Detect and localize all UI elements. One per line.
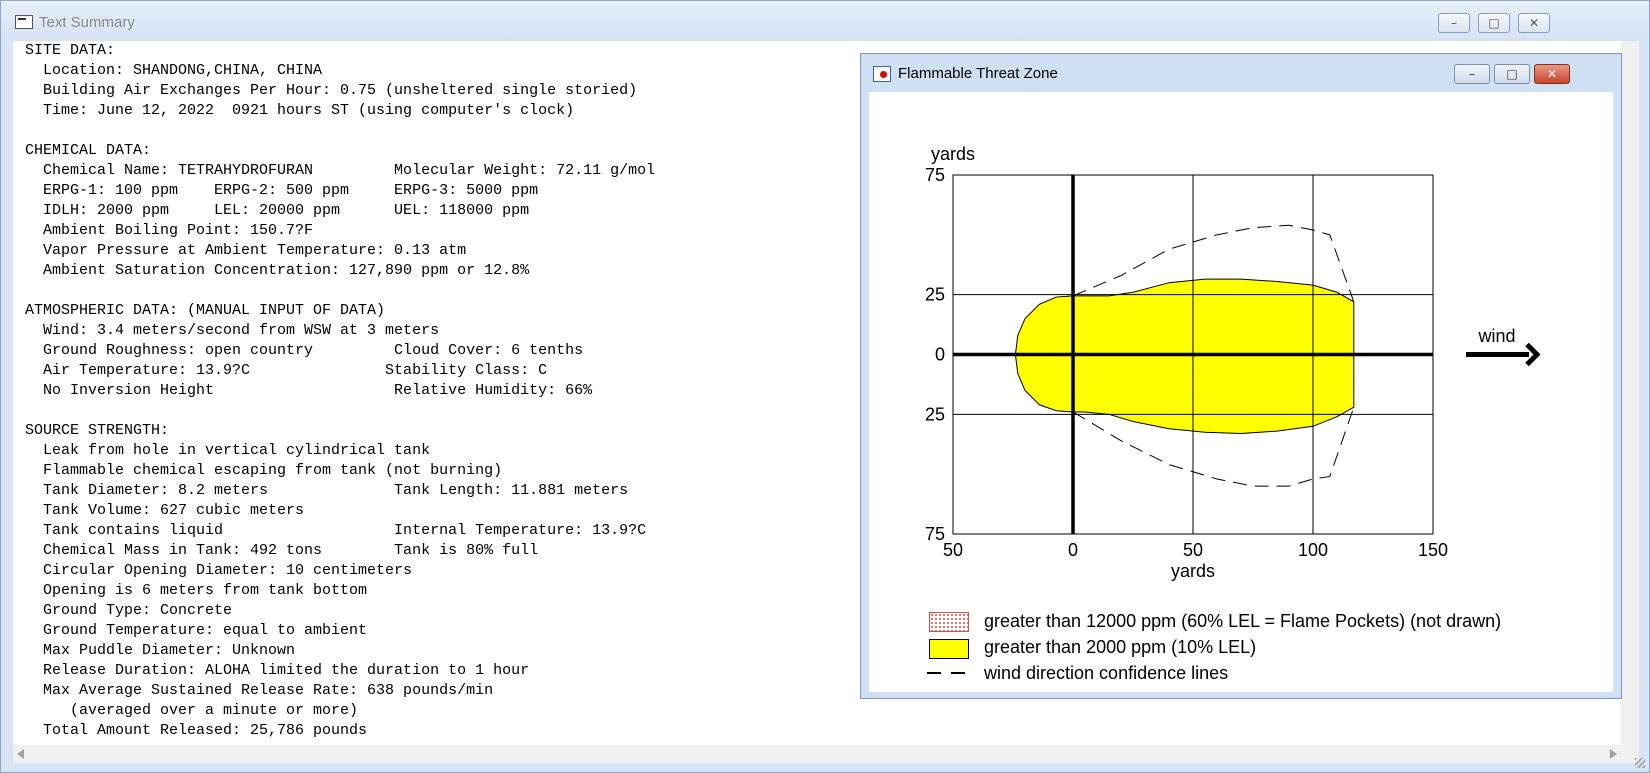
summary-line: [25, 401, 855, 421]
y-tick-label: 0: [935, 345, 945, 365]
title-bar[interactable]: Text Summary – □ ✕: [1, 1, 1649, 41]
text-summary-content: SITE DATA: Location: SHANDONG,CHINA, CHI…: [25, 41, 855, 741]
threat-zone-plot-area: 50 0 50 100 150 75 25 0 25 75 yards yards wind great…: [869, 92, 1613, 692]
y-tick-label: 75: [925, 524, 945, 544]
summary-line: (averaged over a minute or more): [25, 702, 359, 719]
vertical-scrollbar[interactable]: [1621, 41, 1639, 763]
legend-label-confidence-lines: wind direction confidence lines: [984, 663, 1229, 683]
threat-area-lel: [1014, 278, 1355, 434]
summary-line: Ground Temperature: equal to ambient: [25, 622, 368, 639]
threat-zone-title-bar[interactable]: Flammable Threat Zone – □ ✕: [861, 54, 1621, 90]
summary-line: Chemical Mass in Tank: 492 tons Tank is …: [25, 542, 539, 559]
summary-line: Vapor Pressure at Ambient Temperature: 0…: [25, 242, 467, 259]
summary-line: Time: June 12, 2022 0921 hours ST (using…: [25, 102, 575, 119]
threat-zone-title: Flammable Threat Zone: [898, 65, 1058, 82]
x-tick-label: 50: [1183, 540, 1203, 560]
x-tick-label: 0: [1068, 540, 1078, 560]
summary-line: SITE DATA:: [25, 42, 116, 59]
summary-line: Flammable chemical escaping from tank (n…: [25, 462, 503, 479]
summary-line: ERPG-1: 100 ppm ERPG-2: 500 ppm ERPG-3: …: [25, 182, 539, 199]
summary-line: Max Average Sustained Release Rate: 638 …: [25, 682, 494, 699]
summary-line: Ambient Saturation Concentration: 127,89…: [25, 262, 530, 279]
y-tick-label: 25: [925, 285, 945, 305]
summary-line: Building Air Exchanges Per Hour: 0.75 (u…: [25, 82, 638, 99]
summary-line: Leak from hole in vertical cylindrical t…: [25, 442, 431, 459]
legend-swatch-lel: [929, 639, 969, 659]
summary-line: [25, 281, 855, 301]
summary-line: Tank Diameter: 8.2 meters Tank Length: 1…: [25, 482, 629, 499]
legend-swatch-flame-pockets: [929, 612, 969, 632]
summary-line: Ground Type: Concrete: [25, 602, 233, 619]
summary-line: Location: SHANDONG,CHINA, CHINA: [25, 62, 323, 79]
summary-line: SOURCE STRENGTH:: [25, 422, 170, 439]
summary-line: ATMOSPHERIC DATA: (MANUAL INPUT OF DATA): [25, 302, 386, 319]
window-title: Text Summary: [39, 14, 135, 31]
close-button[interactable]: ✕: [1518, 13, 1550, 33]
legend-label-lel: greater than 2000 ppm (10% LEL): [984, 637, 1257, 657]
threat-zone-maximize-button[interactable]: □: [1494, 64, 1530, 84]
summary-line: Circular Opening Diameter: 10 centimeter…: [25, 562, 413, 579]
x-tick-label: 50: [943, 540, 963, 560]
summary-line: [25, 121, 855, 141]
text-summary-window: Text Summary – □ ✕ SITE DATA: Location: …: [0, 0, 1650, 773]
y-axis-label: yards: [931, 144, 975, 164]
legend-label-flame-pockets: greater than 12000 ppm (60% LEL = Flame …: [984, 611, 1502, 631]
y-tick-label: 75: [925, 165, 945, 185]
threat-zone-minimize-button[interactable]: –: [1454, 64, 1490, 84]
summary-line: Release Duration: ALOHA limited the dura…: [25, 662, 530, 679]
resize-grip-icon[interactable]: [1635, 758, 1645, 768]
threat-zone-window: Flammable Threat Zone – □ ✕ 50 0 50 100 150 7…: [860, 53, 1622, 699]
summary-line: CHEMICAL DATA:: [25, 142, 152, 159]
summary-line: Air Temperature: 13.9?C Stability Class:…: [25, 362, 548, 379]
summary-line: Opening is 6 meters from tank bottom: [25, 582, 368, 599]
summary-line: No Inversion Height Relative Humidity: 6…: [25, 382, 593, 399]
horizontal-scrollbar[interactable]: [13, 745, 1621, 763]
scroll-right-icon[interactable]: [1610, 749, 1617, 759]
maximize-button[interactable]: □: [1478, 13, 1510, 33]
scroll-left-icon[interactable]: [17, 749, 24, 759]
summary-line: Wind: 3.4 meters/second from WSW at 3 me…: [25, 322, 440, 339]
summary-line: Ambient Boiling Point: 150.7?F: [25, 222, 314, 239]
summary-line: IDLH: 2000 ppm LEL: 20000 ppm UEL: 11800…: [25, 202, 530, 219]
x-tick-label: 100: [1298, 540, 1328, 560]
legend-swatch-confidence-lines: [927, 672, 969, 674]
threat-zone-close-button[interactable]: ✕: [1534, 64, 1570, 84]
threat-zone-chart: 50 0 50 100 150752502575yardsyardswind: [925, 144, 1541, 581]
threat-zone-icon: [873, 66, 891, 82]
minimize-button[interactable]: –: [1438, 13, 1470, 33]
app-icon: [15, 15, 33, 29]
summary-line: Tank Volume: 627 cubic meters: [25, 502, 305, 519]
summary-line: Tank contains liquid Internal Temperatur…: [25, 522, 647, 539]
summary-line: Max Puddle Diameter: Unknown: [25, 642, 296, 659]
summary-line: Chemical Name: TETRAHYDROFURAN Molecular…: [25, 162, 656, 179]
summary-line: Ground Roughness: open country Cloud Cov…: [25, 342, 584, 359]
wind-label: wind: [1477, 326, 1515, 346]
y-tick-label: 25: [925, 404, 945, 424]
x-tick-label: 150: [1418, 540, 1448, 560]
x-axis-label: yards: [1171, 561, 1215, 581]
summary-line: Total Amount Released: 25,786 pounds: [25, 722, 368, 739]
